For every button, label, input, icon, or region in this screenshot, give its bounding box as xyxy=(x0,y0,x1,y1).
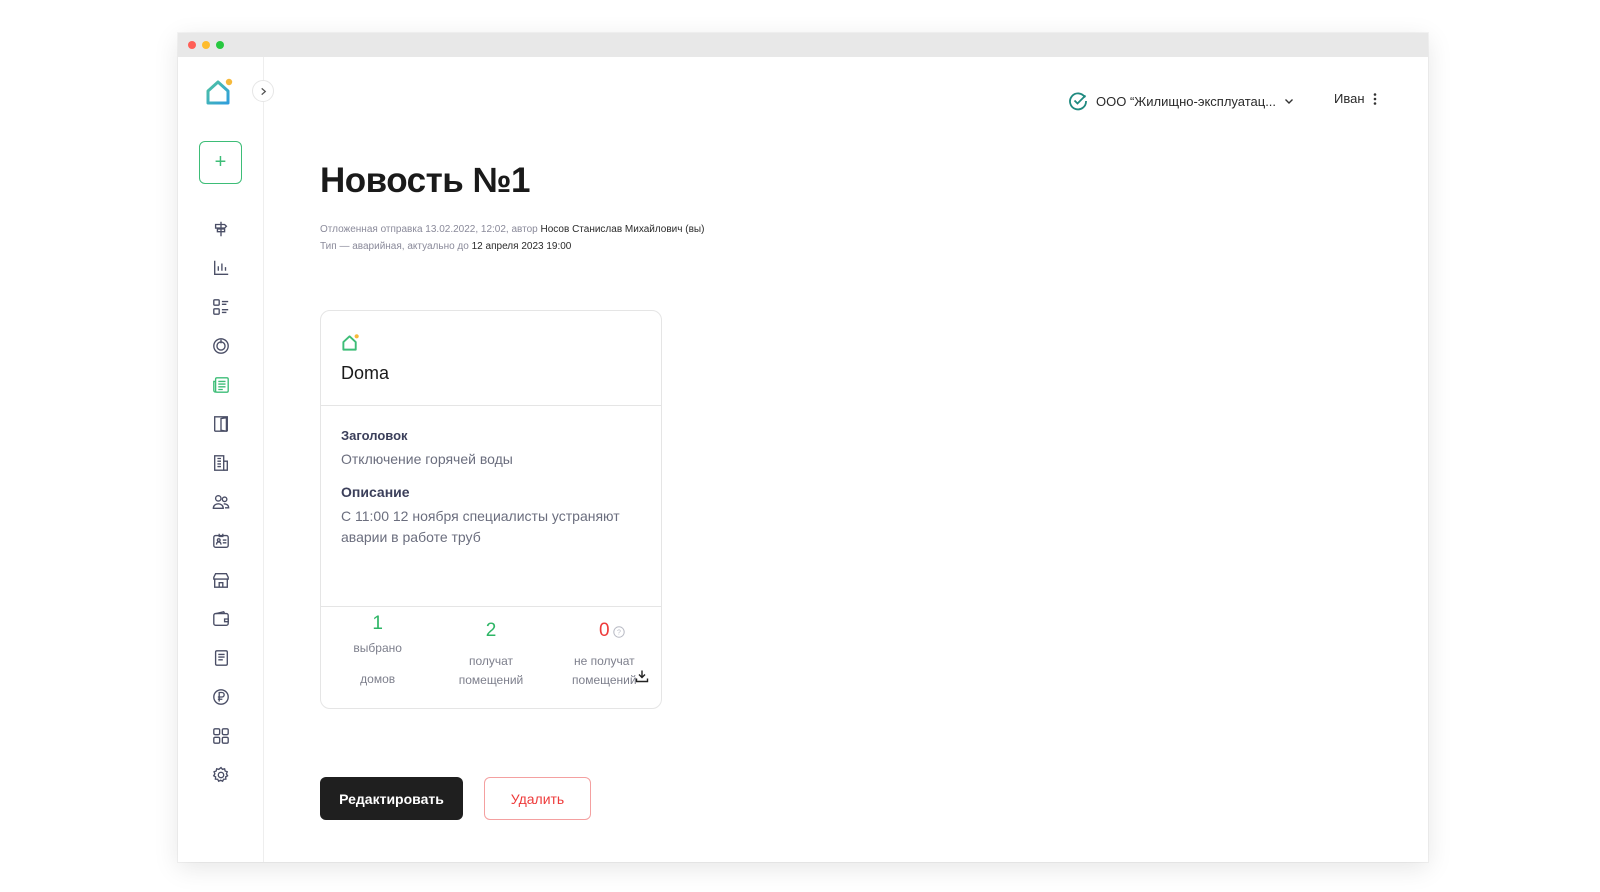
document-icon xyxy=(214,649,228,666)
building-icon xyxy=(214,454,228,471)
add-button[interactable]: + xyxy=(199,141,242,184)
meta-type-line: Тип — аварийная, актуально до 12 апреля … xyxy=(320,241,572,252)
power-icon xyxy=(213,337,229,354)
sidebar-item-store[interactable] xyxy=(178,560,264,599)
sidebar-item-apps[interactable] xyxy=(178,716,264,755)
sidebar-item-buildings[interactable] xyxy=(178,443,264,482)
stat-value: 0 xyxy=(599,620,610,641)
svg-text:?: ? xyxy=(617,630,621,637)
stat-value: 1 xyxy=(372,613,383,634)
card-body: Заголовок Отключение горячей воды Описан… xyxy=(321,406,661,607)
sidebar-item-analytics[interactable] xyxy=(178,248,264,287)
help-icon[interactable]: ? xyxy=(613,626,625,638)
download-icon[interactable] xyxy=(635,669,649,683)
description-value: С 11:00 12 ноября специалисты устраняют … xyxy=(341,508,620,545)
stat-value: 2 xyxy=(485,620,497,641)
collapse-sidebar-button[interactable] xyxy=(252,80,274,102)
organization-selector[interactable]: ООО “Жилищно-эксплуатац... xyxy=(1068,91,1294,111)
doma-logo-icon xyxy=(342,334,359,351)
list-grid-icon xyxy=(213,298,229,315)
sidebar: + xyxy=(178,57,274,862)
card-header: Doma xyxy=(321,311,661,406)
door-icon xyxy=(214,415,228,432)
delete-button[interactable]: Удалить xyxy=(484,777,591,820)
sidebar-item-signpost[interactable] xyxy=(178,209,264,248)
stat-selected-houses: 1 выбрано домов xyxy=(321,607,434,708)
minimize-window-button[interactable] xyxy=(202,41,210,49)
apps-grid-icon xyxy=(213,727,229,744)
chevron-down-icon xyxy=(1285,99,1294,104)
chevron-right-icon xyxy=(260,87,266,95)
stat-will-not-receive: 0 не получат помещений xyxy=(548,607,661,708)
sidebar-item-documents[interactable] xyxy=(178,638,264,677)
sidebar-item-list[interactable] xyxy=(178,287,264,326)
signpost-icon xyxy=(214,221,228,236)
organization-name: ООО “Жилищно-эксплуатац... xyxy=(1096,93,1277,109)
sidebar-item-employees[interactable] xyxy=(178,521,264,560)
stat-will-receive: 2 получат помещений xyxy=(434,607,547,708)
title-value: Отключение горячей воды xyxy=(341,451,513,467)
edit-button[interactable]: Редактировать xyxy=(320,777,463,820)
sidebar-item-doors[interactable] xyxy=(178,404,264,443)
gear-icon xyxy=(212,766,229,782)
sidebar-item-power[interactable] xyxy=(178,326,264,365)
user-menu[interactable]: Иван xyxy=(1334,91,1377,106)
maximize-window-button[interactable] xyxy=(216,41,224,49)
meta-schedule-line: Отложенная отправка 13.02.2022, 12:02, а… xyxy=(320,224,705,235)
wallet-icon xyxy=(213,610,229,626)
more-vertical-icon[interactable] xyxy=(1373,92,1377,106)
ruble-icon xyxy=(213,688,229,705)
card-brand-name: Doma xyxy=(341,363,390,383)
window-titlebar xyxy=(178,33,1428,57)
sidebar-nav xyxy=(178,209,264,794)
news-meta: Отложенная отправка 13.02.2022, 12:02, а… xyxy=(320,221,704,255)
author-name: Носов Станислав Михайлович (вы) xyxy=(540,224,705,235)
users-icon xyxy=(212,494,230,509)
news-preview-card: Doma Заголовок Отключение горячей воды О… xyxy=(320,310,662,709)
sidebar-item-wallet[interactable] xyxy=(178,599,264,638)
bar-chart-icon xyxy=(214,260,229,275)
verified-check-icon xyxy=(1069,92,1087,111)
sidebar-item-payments[interactable] xyxy=(178,677,264,716)
page-title: Новость №1 xyxy=(320,161,530,200)
doma-logo-icon[interactable] xyxy=(204,77,234,107)
stat-label: получат помещений xyxy=(458,654,524,687)
sidebar-item-news[interactable] xyxy=(178,365,264,404)
newspaper-icon xyxy=(213,376,229,393)
close-window-button[interactable] xyxy=(188,41,196,49)
sidebar-item-users[interactable] xyxy=(178,482,264,521)
actual-until-date: 12 апреля 2023 19:00 xyxy=(471,241,572,252)
recipients-stats: 1 выбрано домов 2 получат помещений 0 не… xyxy=(321,607,661,708)
title-label: Заголовок xyxy=(341,428,408,443)
description-label: Описание xyxy=(341,484,410,500)
app-window: + ООО “Жилищно-эксплуатац... Иван Новост… xyxy=(178,33,1428,862)
user-name: Иван xyxy=(1334,91,1365,106)
store-icon xyxy=(213,572,229,588)
id-badge-icon xyxy=(213,533,229,548)
stat-label: выбрано домов xyxy=(353,641,402,686)
sidebar-item-settings[interactable] xyxy=(178,755,264,794)
plus-icon: + xyxy=(214,151,227,173)
